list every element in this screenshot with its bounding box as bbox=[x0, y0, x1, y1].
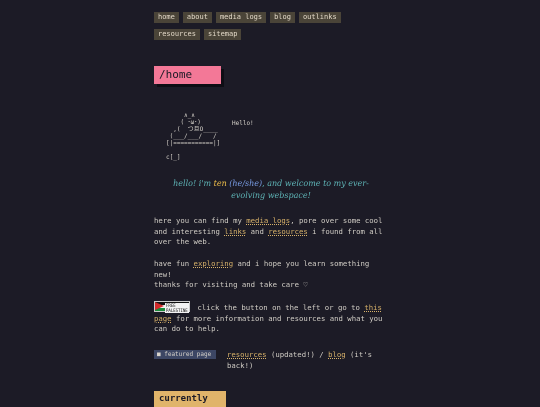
palestine-flag-button[interactable]: FREE PALESTINE bbox=[154, 301, 190, 313]
greeting-pronouns: (he/she) bbox=[229, 179, 263, 188]
intro-text-1: here you can find my bbox=[154, 216, 247, 225]
nav-outlinks[interactable]: outlinks bbox=[298, 12, 341, 23]
featured-resources-link[interactable]: resources bbox=[227, 350, 267, 359]
intro-text-3: and bbox=[246, 226, 269, 236]
featured-blog-link[interactable]: blog bbox=[328, 350, 346, 359]
explore-paragraph: have fun exploring and i hope you learn … bbox=[154, 259, 386, 280]
palestine-text-1: click the button on the left or go to bbox=[193, 303, 365, 312]
nav-about[interactable]: about bbox=[182, 12, 212, 23]
hello-label: Hello! bbox=[232, 120, 254, 127]
nav-home[interactable]: home bbox=[154, 12, 179, 23]
thanks-paragraph: thanks for visiting and take care ♡ bbox=[154, 280, 308, 289]
palestine-text-2: for more information and resources and w… bbox=[154, 313, 383, 334]
nav-sitemap[interactable]: sitemap bbox=[203, 29, 242, 40]
featured-page-badge: ■ featured page bbox=[154, 350, 216, 359]
exploring-link[interactable]: exploring bbox=[194, 259, 234, 268]
nav-resources[interactable]: resources bbox=[154, 29, 200, 40]
media-logs-link[interactable]: media logs bbox=[246, 216, 290, 225]
palestine-badge-text: FREE PALESTINE bbox=[165, 303, 189, 313]
greeting-pre: hello! i'm bbox=[173, 179, 214, 188]
palestine-paragraph: FREE PALESTINE click the button on the l… bbox=[154, 301, 386, 335]
links-link[interactable]: links bbox=[224, 227, 246, 236]
greeting-name: ten bbox=[213, 179, 227, 188]
page-title: /home bbox=[154, 66, 221, 84]
resources-link[interactable]: resources bbox=[268, 227, 308, 236]
nav-blog[interactable]: blog bbox=[270, 12, 295, 23]
featured-text: resources (updated!) / blog (it's back!) bbox=[227, 350, 387, 371]
explore-text-1: have fun bbox=[154, 259, 194, 268]
featured-text-1: (updated!) / bbox=[266, 350, 329, 359]
intro-paragraph: here you can find my media logs, pore ov… bbox=[154, 216, 386, 248]
nav-media-logs[interactable]: media logs bbox=[215, 12, 267, 23]
greeting-text: hello! i'm ten (he/she), and welcome to … bbox=[160, 178, 382, 202]
top-nav: home about media logs blog outlinks resource… bbox=[154, 12, 394, 46]
ascii-cat-art: ∧_∧ ( ･ω･) ,( つ旦O____ (___/___/ / [|====… bbox=[166, 112, 221, 161]
